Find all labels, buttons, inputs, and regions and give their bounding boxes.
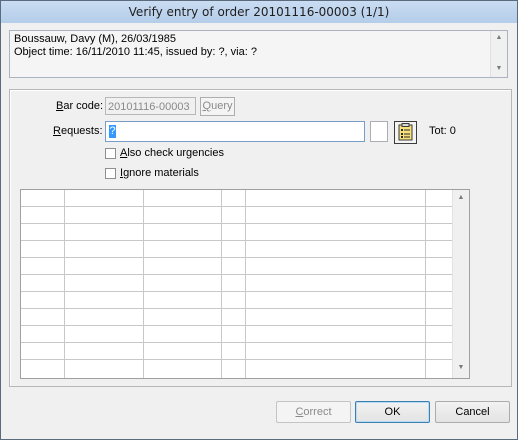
patient-info-line: Boussauw, Davy (M), 26/03/1985 [14, 33, 177, 45]
object-time-line: Object time: 16/11/2010 11:45, issued by… [14, 46, 257, 58]
ignore-materials-checkbox[interactable] [105, 168, 116, 179]
cancel-button[interactable]: Cancel [435, 401, 510, 423]
patient-info-box: Boussauw, Davy (M), 26/03/1985 Object ti… [9, 30, 508, 78]
query-button[interactable]: Query [200, 97, 235, 116]
correct-button[interactable]: Correct [276, 401, 351, 423]
info-scrollbar[interactable]: ▲ ▼ [490, 31, 507, 77]
grid-lines [21, 190, 453, 378]
grid-scrollbar[interactable]: ▲ ▼ [452, 190, 469, 378]
clipboard-list-icon [398, 123, 413, 141]
barcode-label: Bar code: [56, 100, 104, 112]
barcode-field[interactable]: 20101116-00003 [105, 97, 196, 115]
scroll-down-icon[interactable]: ▼ [491, 65, 507, 72]
also-check-urgencies-checkbox[interactable] [105, 148, 116, 159]
scroll-up-icon[interactable]: ▲ [491, 34, 507, 41]
also-check-urgencies-label[interactable]: Also check urgencies [120, 147, 224, 159]
total-count: Tot: 0 [429, 125, 456, 137]
requests-grid[interactable]: ▲ ▼ [20, 189, 470, 379]
requests-picker-button[interactable] [394, 121, 417, 144]
requests-label: Requests: [53, 125, 103, 137]
grid-scroll-up-icon[interactable]: ▲ [453, 194, 469, 201]
dialog-window: Verify entry of order 20101116-00003 (1/… [0, 0, 518, 440]
ignore-materials-label[interactable]: Ignore materials [120, 167, 199, 179]
window-title: Verify entry of order 20101116-00003 (1/… [1, 1, 517, 23]
requests-input[interactable]: ? [105, 121, 365, 142]
grid-scroll-down-icon[interactable]: ▼ [453, 364, 469, 371]
requests-value: ? [109, 125, 116, 138]
requests-extra-field[interactable] [370, 121, 388, 142]
ok-button[interactable]: OK [355, 401, 430, 423]
